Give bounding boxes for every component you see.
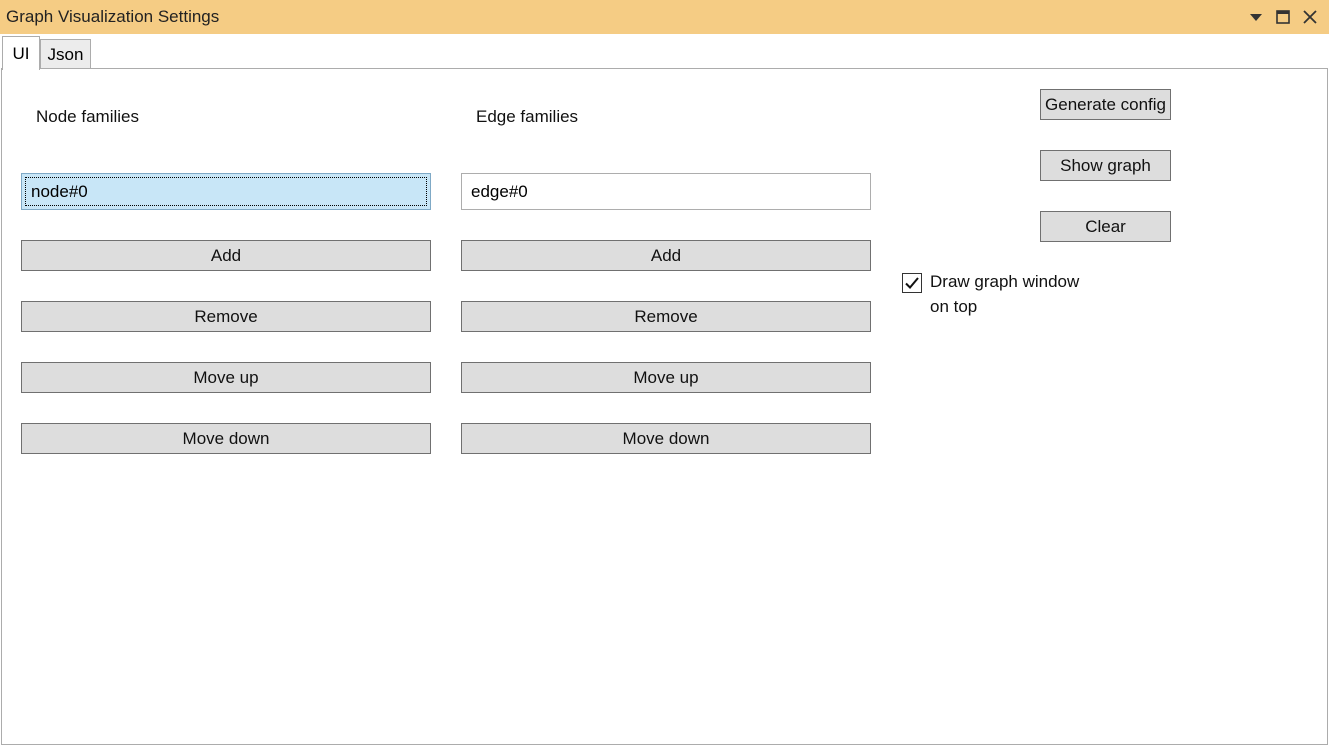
edge-move-down-button[interactable]: Move down bbox=[461, 423, 871, 454]
edge-families-heading: Edge families bbox=[476, 107, 579, 126]
tab-ui[interactable]: UI bbox=[2, 36, 40, 70]
dropdown-icon[interactable] bbox=[1243, 4, 1269, 30]
tab-strip: UI Json bbox=[0, 34, 1329, 70]
on-top-label-line1: Draw graph window bbox=[930, 272, 1080, 291]
show-graph-button[interactable]: Show graph bbox=[1040, 150, 1171, 181]
node-family-value: node#0 bbox=[31, 181, 88, 201]
title-bar[interactable]: Graph Visualization Settings bbox=[0, 0, 1329, 34]
clear-button[interactable]: Clear bbox=[1040, 211, 1171, 242]
on-top-label-line2: on top bbox=[930, 297, 978, 316]
node-family-input[interactable]: node#0 bbox=[21, 173, 431, 210]
node-add-button[interactable]: Add bbox=[21, 240, 431, 271]
node-remove-button[interactable]: Remove bbox=[21, 301, 431, 332]
edge-family-value: edge#0 bbox=[471, 181, 528, 201]
ui-tab-panel: Node families node#0 Add Remove Move up … bbox=[1, 68, 1328, 745]
close-icon[interactable] bbox=[1297, 4, 1323, 30]
app-window: Graph Visualization Settings UI Json Nod… bbox=[0, 0, 1329, 746]
checkmark-icon bbox=[905, 277, 919, 289]
edge-remove-button[interactable]: Remove bbox=[461, 301, 871, 332]
edge-add-button[interactable]: Add bbox=[461, 240, 871, 271]
generate-config-button[interactable]: Generate config bbox=[1040, 89, 1171, 120]
window-title: Graph Visualization Settings bbox=[6, 7, 220, 26]
maximize-icon[interactable] bbox=[1270, 4, 1296, 30]
node-families-heading: Node families bbox=[36, 107, 139, 126]
tab-json[interactable]: Json bbox=[40, 39, 91, 70]
on-top-checkbox[interactable] bbox=[902, 273, 922, 293]
node-move-up-button[interactable]: Move up bbox=[21, 362, 431, 393]
edge-move-up-button[interactable]: Move up bbox=[461, 362, 871, 393]
edge-family-input[interactable]: edge#0 bbox=[461, 173, 871, 210]
node-move-down-button[interactable]: Move down bbox=[21, 423, 431, 454]
